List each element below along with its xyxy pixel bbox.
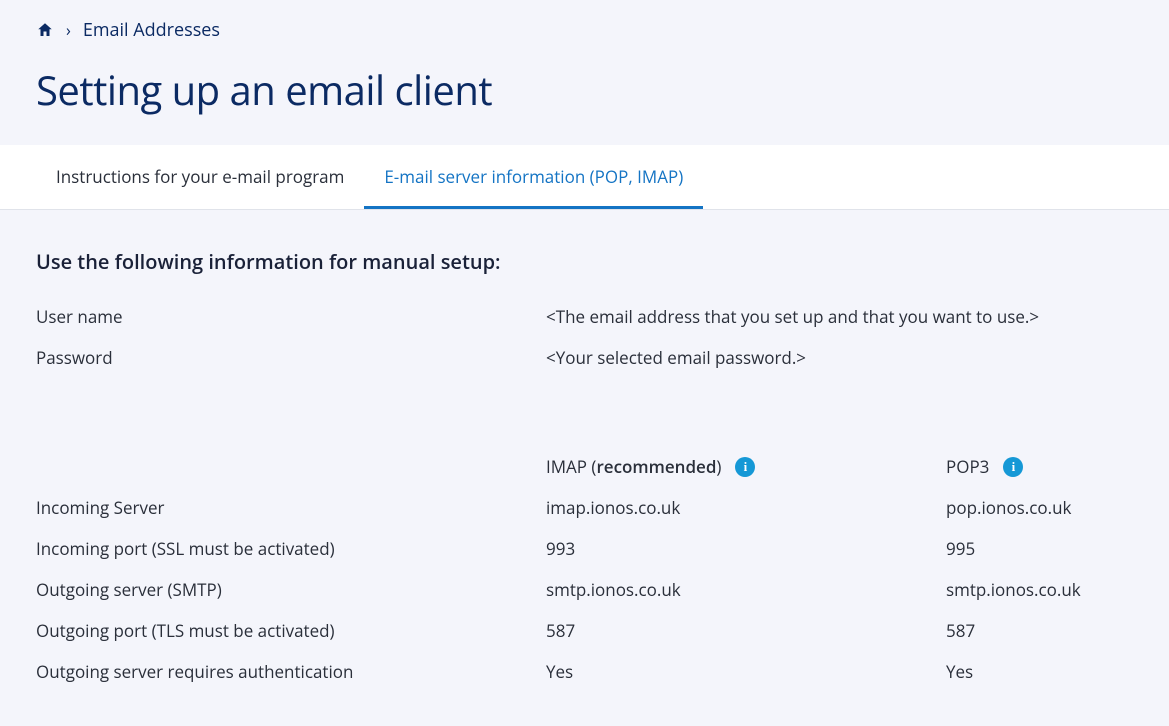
imap-suffix: )	[716, 455, 721, 478]
incoming-server-pop: pop.ionos.co.uk	[946, 496, 1133, 519]
tabs-container: Instructions for your e-mail program E-m…	[0, 145, 1169, 210]
outgoing-server-label: Outgoing server (SMTP)	[36, 578, 546, 601]
incoming-server-label: Incoming Server	[36, 496, 546, 519]
incoming-server-imap: imap.ionos.co.uk	[546, 496, 946, 519]
page-title: Setting up an email client	[36, 62, 1133, 117]
outgoing-server-imap: smtp.ionos.co.uk	[546, 578, 946, 601]
username-label: User name	[36, 305, 546, 328]
info-icon[interactable]: i	[1003, 457, 1023, 477]
tab-server-info[interactable]: E-mail server information (POP, IMAP)	[364, 145, 703, 209]
incoming-port-pop: 995	[946, 537, 1133, 560]
pop3-label: POP3	[946, 455, 989, 478]
outgoing-port-imap: 587	[546, 619, 946, 642]
imap-recommended: recommended	[596, 455, 716, 478]
outgoing-port-pop: 587	[946, 619, 1133, 642]
home-icon[interactable]	[36, 21, 54, 39]
info-icon[interactable]: i	[735, 457, 755, 477]
auth-required-imap: Yes	[546, 660, 946, 683]
outgoing-port-label: Outgoing port (TLS must be activated)	[36, 619, 546, 642]
chevron-right-icon: ›	[66, 19, 71, 41]
auth-required-pop: Yes	[946, 660, 1133, 683]
password-value: <Your selected email password.>	[546, 346, 1133, 369]
section-heading: Use the following information for manual…	[36, 248, 1133, 275]
incoming-port-imap: 993	[546, 537, 946, 560]
column-header-imap: IMAP (recommended) i	[546, 455, 946, 478]
auth-required-label: Outgoing server requires authentication	[36, 660, 546, 683]
breadcrumb: › Email Addresses	[36, 18, 1133, 42]
username-value: <The email address that you set up and t…	[546, 305, 1133, 328]
tab-instructions[interactable]: Instructions for your e-mail program	[36, 145, 364, 209]
breadcrumb-email-addresses[interactable]: Email Addresses	[83, 18, 220, 42]
imap-prefix: IMAP (	[546, 455, 596, 478]
incoming-port-label: Incoming port (SSL must be activated)	[36, 537, 546, 560]
column-header-pop3: POP3 i	[946, 455, 1133, 478]
outgoing-server-pop: smtp.ionos.co.uk	[946, 578, 1133, 601]
password-label: Password	[36, 346, 546, 369]
